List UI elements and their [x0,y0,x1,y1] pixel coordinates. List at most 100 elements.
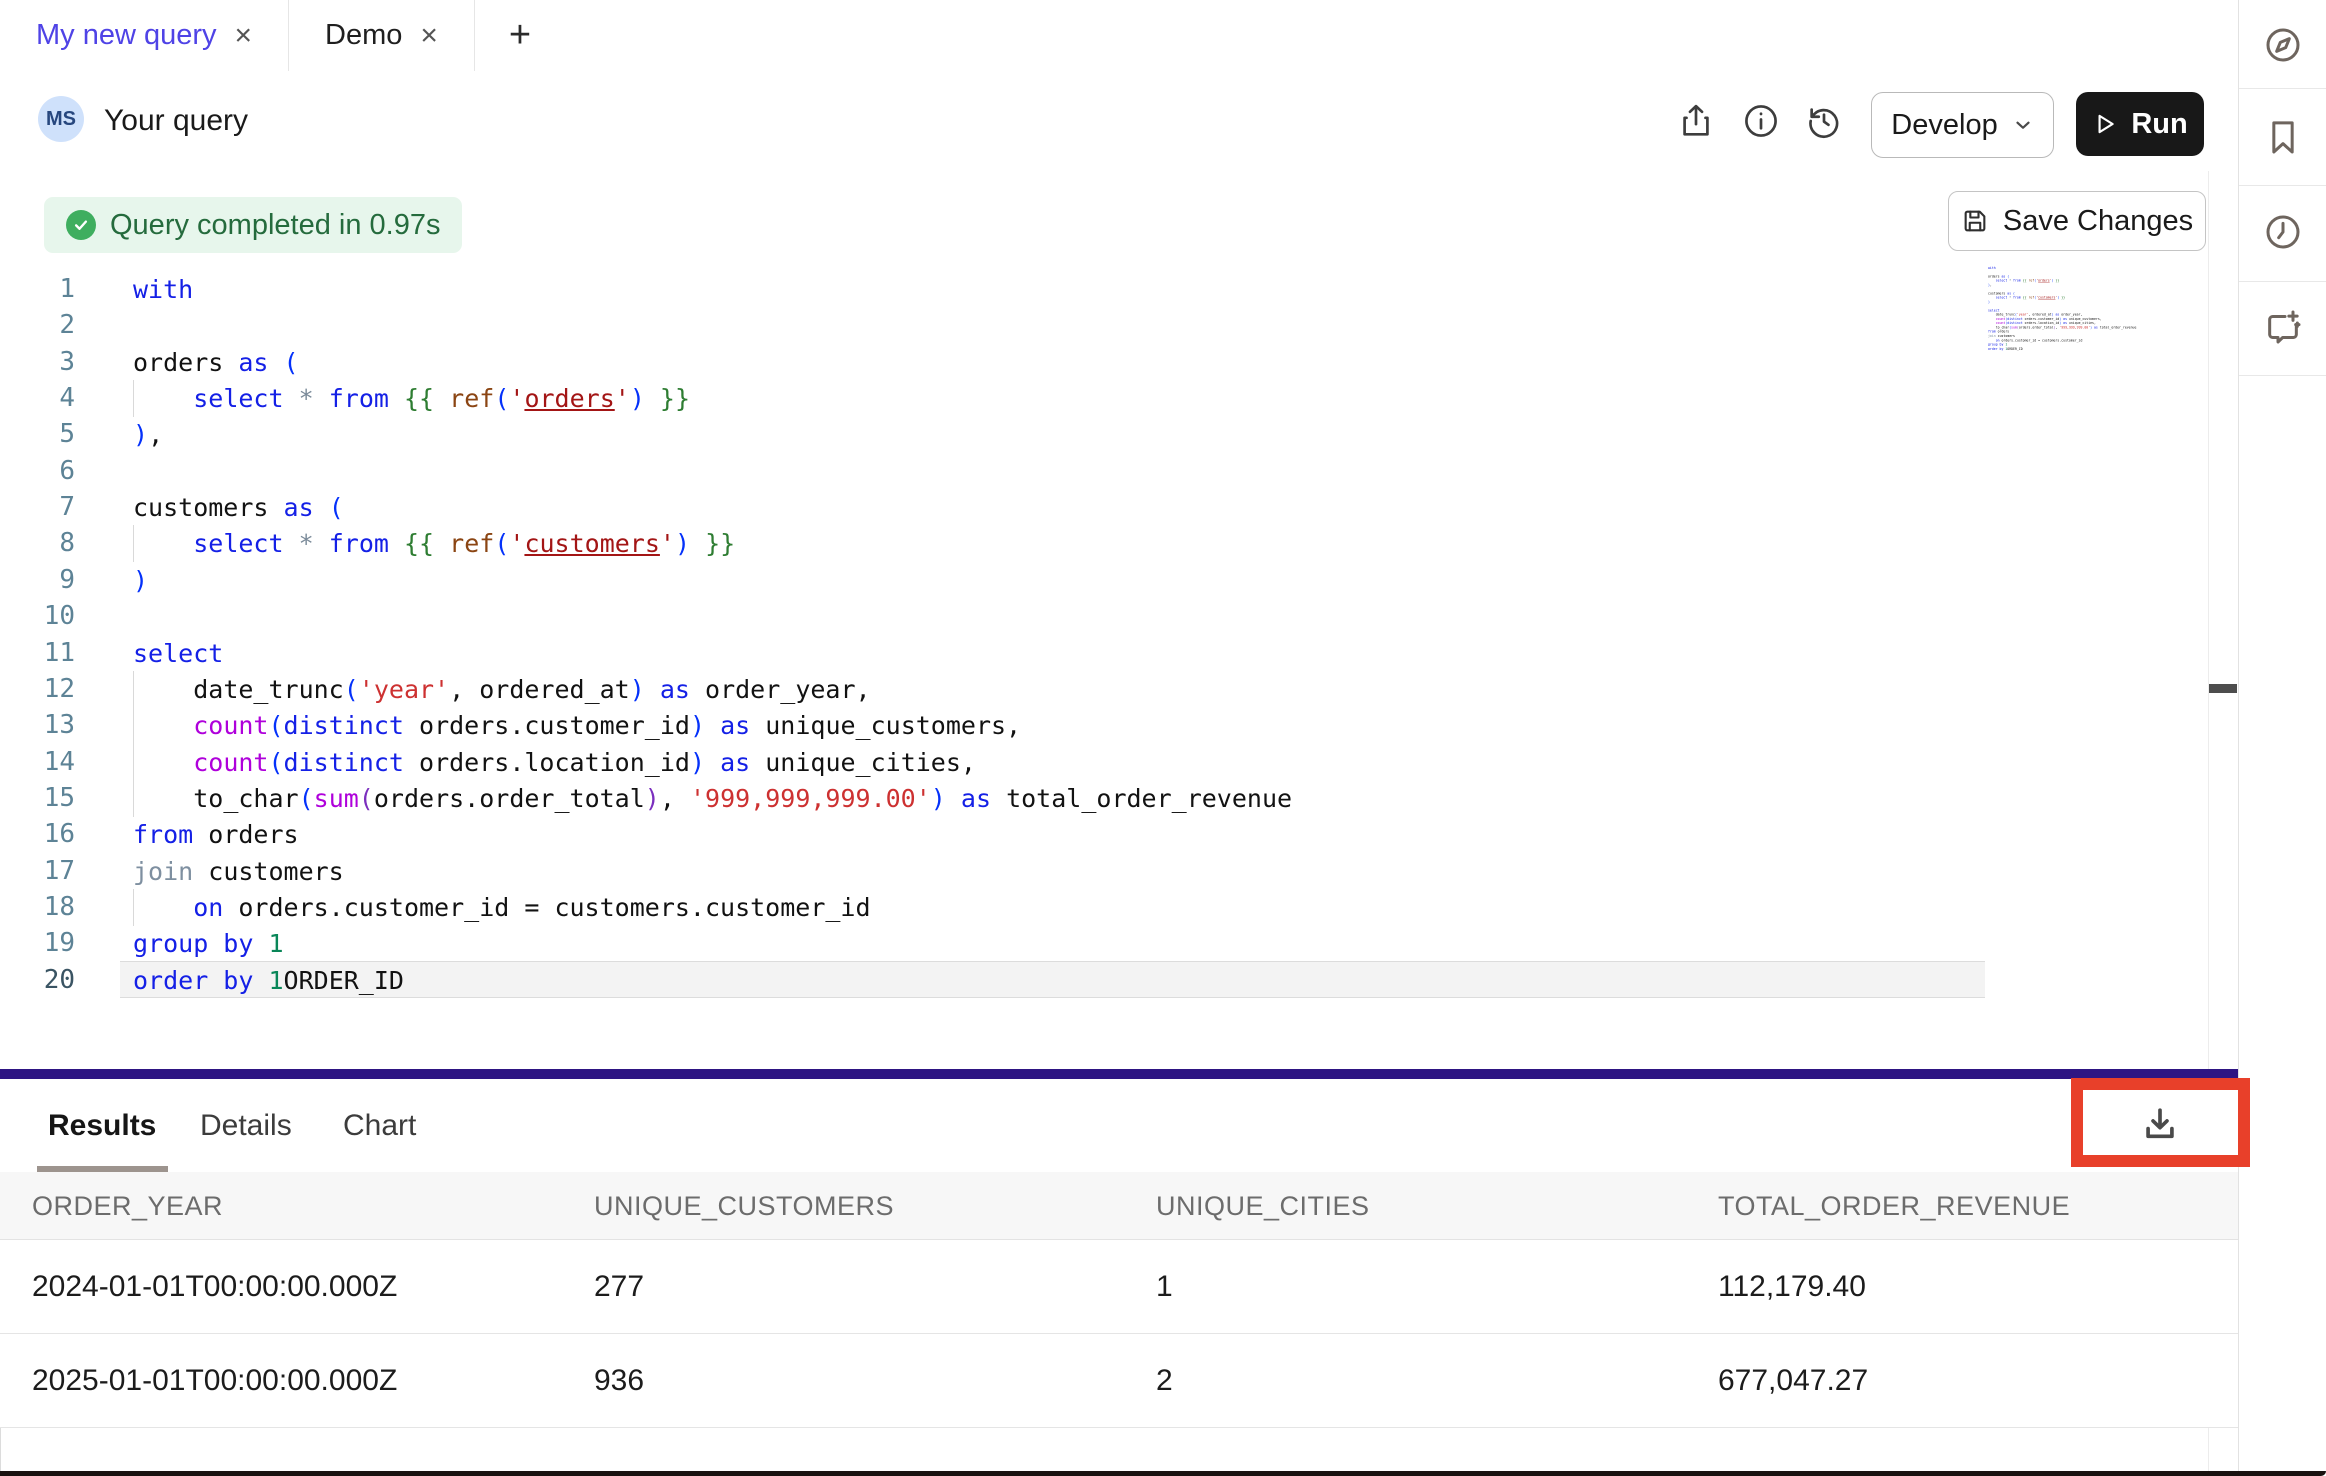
sidebar-divider [2239,375,2326,376]
code-line[interactable]: 12 date_trunc('year', ordered_at) as ord… [0,671,2100,708]
line-number: 4 [0,380,75,417]
code-line[interactable]: 4 select * from {{ ref('orders') }} [0,380,2100,417]
editor-minimap[interactable]: with orders as ( select * from {{ ref('o… [1988,266,2138,361]
page-title: Your query [104,71,248,171]
code-line[interactable]: 2 [0,307,2100,344]
code-line[interactable]: 13 count(distinct orders.customer_id) as… [0,707,2100,744]
tab-chart[interactable]: Chart [343,1079,416,1172]
line-number: 16 [0,816,75,853]
code-line[interactable]: 18 on orders.customer_id = customers.cus… [0,889,2100,926]
line-number: 12 [0,671,75,708]
save-changes-label: Save Changes [2003,205,2193,238]
line-number: 6 [0,453,75,490]
code-line[interactable]: 16from orders [0,816,2100,853]
line-number: 11 [0,635,75,672]
sidebar-divider [2239,281,2326,282]
table-row[interactable]: 2024-01-01T00:00:00.000Z2771112,179.40 [0,1240,2238,1334]
code-line[interactable]: 14 count(distinct orders.location_id) as… [0,744,2100,781]
success-check-icon [66,210,96,240]
query-tab-bar: My new query × Demo × + [0,0,2238,72]
code-text: date_trunc('year', ordered_at) as order_… [133,671,871,708]
query-header: MS Your query Develop Run [0,71,2238,172]
sidebar-divider [2239,88,2326,89]
table-row[interactable]: 2025-01-01T00:00:00.000Z 936 2 677,047.27 [0,1334,2238,1428]
line-number: 13 [0,707,75,744]
line-number: 10 [0,598,75,635]
table-cell: 936 [594,1334,644,1428]
table-cell: 112,179.40 [1718,1240,1866,1334]
tab-label: My new query [36,19,217,52]
run-button[interactable]: Run [2076,92,2204,156]
line-number: 3 [0,344,75,381]
right-icon-sidebar [2238,0,2326,1476]
tab-details[interactable]: Details [200,1079,292,1172]
status-text: Query completed in 0.97s [110,209,440,242]
code-text: join customers [133,853,344,890]
ai-chat-icon[interactable] [2239,302,2326,352]
panel-resize-bar[interactable] [0,1069,2238,1079]
code-line[interactable]: 5), [0,416,2100,453]
code-text: count(distinct orders.location_id) as un… [133,744,976,781]
save-changes-button[interactable]: Save Changes [1948,191,2206,251]
query-status-badge: Query completed in 0.97s [44,197,462,253]
code-line[interactable]: 20order by 1ORDER_ID [0,962,2100,999]
close-icon[interactable]: × [420,21,438,51]
code-text: orders as ( [133,344,299,381]
code-line[interactable]: 3 orders as ( [0,344,2100,381]
column-header[interactable]: ORDER_YEAR [32,1172,223,1240]
chevron-down-icon [2012,114,2034,136]
code-line[interactable]: 10 [0,598,2100,635]
line-number: 17 [0,853,75,890]
line-number: 1 [0,271,75,308]
line-number: 15 [0,780,75,817]
tab-label: Demo [325,19,402,52]
code-line[interactable]: 17 join customers [0,853,2100,890]
column-header[interactable]: UNIQUE_CITIES [1156,1172,1370,1240]
close-icon[interactable]: × [235,21,253,51]
sidebar-divider [2239,185,2326,186]
code-text: customers as ( [133,489,344,526]
table-cell: 677,047.27 [1718,1334,1868,1428]
history-icon[interactable] [1805,102,1843,140]
develop-dropdown[interactable]: Develop [1871,92,2054,158]
tab-demo[interactable]: Demo × [289,0,475,71]
code-text: count(distinct orders.customer_id) as un… [133,707,1021,744]
results-tab-bar: Results Details Chart [0,1079,2238,1172]
tab-my-new-query[interactable]: My new query × [0,0,289,71]
share-icon[interactable] [1677,102,1715,140]
code-line[interactable]: 8 select * from {{ ref('customers') }} [0,525,2100,562]
new-tab-button[interactable]: + [475,0,565,71]
code-text: with [133,271,193,308]
pane-resize-handle[interactable] [2209,684,2237,693]
code-line[interactable]: 11 select [0,635,2100,672]
tab-results[interactable]: Results [48,1079,156,1172]
table-cell: 2024-01-01T00:00:00.000Z [32,1240,397,1334]
bookmark-icon[interactable] [2239,112,2326,162]
history-clock-icon[interactable] [2239,207,2326,257]
line-number: 2 [0,307,75,344]
sql-editor[interactable]: 1with23orders as (4 select * from {{ ref… [0,171,2238,1069]
table-cell: 2025-01-01T00:00:00.000Z [32,1334,397,1428]
line-number: 20 [0,962,75,999]
code-text: select * from {{ ref('customers') }} [133,525,735,562]
annotation-highlight-box [2071,1078,2250,1167]
code-line[interactable]: 7customers as ( [0,489,2100,526]
column-header[interactable]: UNIQUE_CUSTOMERS [594,1172,894,1240]
code-text: group by 1 [133,925,284,962]
code-line[interactable]: 1 with [0,271,2100,308]
code-text: select [133,635,223,672]
info-icon[interactable] [1742,102,1780,140]
run-label: Run [2131,108,2187,141]
column-header[interactable]: TOTAL_ORDER_REVENUE [1718,1172,2070,1240]
code-line[interactable]: 19group by 1 [0,925,2100,962]
play-icon [2092,111,2118,137]
line-number: 18 [0,889,75,926]
line-number: 14 [0,744,75,781]
code-line[interactable]: 15 to_char(sum(orders.order_total), '999… [0,780,2100,817]
code-line[interactable]: 6 [0,453,2100,490]
code-line[interactable]: 9) [0,562,2100,599]
compass-icon[interactable] [2239,20,2326,70]
line-number: 9 [0,562,75,599]
code-text: ), [133,416,163,453]
table-cell: 2 [1156,1334,1173,1428]
